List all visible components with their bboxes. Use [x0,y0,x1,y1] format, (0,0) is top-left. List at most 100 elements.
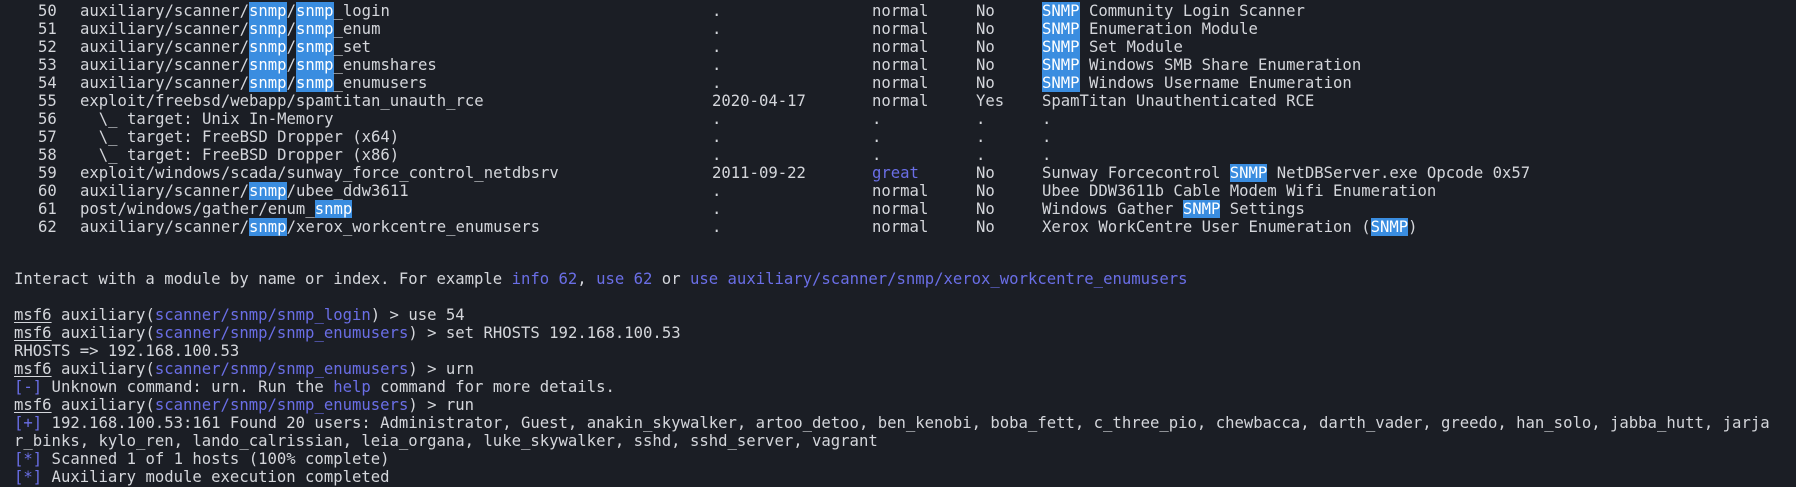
status-tag: [*] [14,468,43,486]
search-match-highlight: snmp [249,182,287,200]
module-disclosure-date: 2020-04-17 [712,92,806,110]
search-match-highlight: SNMP [1042,2,1080,20]
module-name-part: auxiliary/scanner/ [80,74,249,92]
module-description-part: . [1042,110,1052,128]
module-description-part: ) [1408,218,1418,236]
module-row[interactable]: 57 \_ target: FreeBSD Dropper (x64).... [0,128,1796,146]
module-name: auxiliary/scanner/snmp/snmp_set [80,38,371,56]
module-rank: normal [872,20,929,38]
module-name: auxiliary/scanner/snmp/xerox_workcentre_… [80,218,540,236]
module-check: No [976,200,995,218]
module-name: post/windows/gather/enum_snmp [80,200,353,218]
prompt-arrow: ) > [370,306,409,324]
module-row[interactable]: 50 auxiliary/scanner/snmp/snmp_login. norm… [0,2,1796,20]
module-name-part: \_ target: FreeBSD Dropper (x64) [80,128,400,146]
module-row[interactable]: 59 exploit/windows/scada/sunway_force_con… [0,164,1796,182]
module-disclosure-date: . [712,74,722,92]
module-row[interactable]: 61 post/windows/gather/enum_snmp. normal No… [0,200,1796,218]
prompt-module-prefix: auxiliary( [51,324,155,342]
module-rank: normal [872,38,929,56]
module-row[interactable]: 54 auxiliary/scanner/snmp/snmp_enumusers.… [0,74,1796,92]
module-row[interactable]: 52 auxiliary/scanner/snmp/snmp_set. normal… [0,38,1796,56]
status-message: Scanned 1 of 1 hosts (100% complete) [42,450,390,468]
module-index: 61 [38,200,57,218]
module-name: auxiliary/scanner/snmp/snmp_enumusers [80,74,427,92]
console-line: msf6 auxiliary(scanner/snmp/snmp_login) … [14,306,465,324]
module-name: exploit/freebsd/webapp/spamtitan_unauth_… [80,92,484,110]
module-disclosure-date: . [712,20,722,38]
module-description: SpamTitan Unauthenticated RCE [1042,92,1314,110]
status-message: Auxiliary module execution completed [42,468,390,486]
module-name-part: \_ target: FreeBSD Dropper (x86) [80,146,400,164]
console-line: [*] Auxiliary module execution completed [14,468,390,486]
module-row[interactable]: 58 \_ target: FreeBSD Dropper (x86).... [0,146,1796,164]
module-row[interactable]: 62 auxiliary/scanner/snmp/xerox_workcentr… [0,218,1796,236]
module-name-part: _login [333,2,390,20]
module-description-part: Windows Username Enumeration [1079,74,1352,92]
module-index: 58 [38,146,57,164]
module-description: SNMP Windows SMB Share Enumeration [1042,56,1361,74]
module-description: SNMP Enumeration Module [1042,20,1258,38]
module-row[interactable]: 53 auxiliary/scanner/snmp/snmp_enumshares… [0,56,1796,74]
module-check: . [976,128,986,146]
prompt-msf6: msf6 [14,360,52,378]
module-description-part: Enumeration Module [1079,20,1258,38]
search-match-highlight: snmp [249,20,287,38]
search-match-highlight: snmp [249,2,287,20]
module-description-part: Sunway Forcecontrol [1042,164,1230,182]
module-name-part: auxiliary/scanner/ [80,2,249,20]
module-description: . [1042,110,1051,128]
module-rank: great [872,164,919,182]
output-text: RHOSTS => 192.168.100.53 [14,342,240,360]
module-name-part: /xerox_workcentre_enumusers [286,218,541,236]
module-name-part: _set [333,38,372,56]
console-line: msf6 auxiliary(scanner/snmp/snmp_enumuse… [14,360,474,378]
typed-command: set RHOSTS 192.168.100.53 [445,324,681,342]
module-check: . [976,110,986,128]
module-check: No [976,38,995,56]
module-index: 50 [38,2,57,20]
module-disclosure-date: . [712,2,722,20]
module-description-part: Ubee DDW3611b Cable Modem Wifi Enumerati… [1042,182,1437,200]
module-row[interactable]: 60 auxiliary/scanner/snmp/ubee_ddw3611. no… [0,182,1796,200]
console-line: [*] Scanned 1 of 1 hosts (100% complete) [14,450,390,468]
module-rank: normal [872,2,929,20]
module-check: No [976,2,995,20]
module-description: Windows Gather SNMP Settings [1042,200,1305,218]
module-rank: normal [872,182,929,200]
module-disclosure-date: . [712,200,722,218]
module-row[interactable]: 51 auxiliary/scanner/snmp/snmp_enum. norma… [0,20,1796,38]
module-disclosure-date: . [712,38,722,56]
module-check: No [976,182,995,200]
module-description: . [1042,128,1051,146]
module-rank: normal [872,92,929,110]
module-description: SNMP Community Login Scanner [1042,2,1305,20]
module-name-part: \_ target: Unix In-Memory [80,110,334,128]
module-index: 52 [38,38,57,56]
help-command-link: help [333,378,371,396]
module-description-part: . [1042,128,1052,146]
module-description-part: NetDBServer.exe Opcode 0x57 [1267,164,1531,182]
module-index: 53 [38,56,57,74]
module-name: auxiliary/scanner/snmp/snmp_login [80,2,390,20]
module-index: 62 [38,218,57,236]
module-row[interactable]: 55 exploit/freebsd/webapp/spamtitan_unaut… [0,92,1796,110]
module-name-part: _enum [333,20,381,38]
module-disclosure-date: . [712,128,722,146]
module-name: auxiliary/scanner/snmp/snmp_enumshares [80,56,437,74]
module-name-part: / [286,38,296,56]
error-message: Unknown command: urn. Run the [42,378,334,396]
terminal-window[interactable]: 50 auxiliary/scanner/snmp/snmp_login. norm… [0,0,1796,487]
search-match-highlight: SNMP [1042,38,1080,56]
module-name-part: auxiliary/scanner/ [80,20,249,38]
module-index: 56 [38,110,57,128]
prompt-msf6: msf6 [14,324,52,342]
module-name-part: / [286,20,296,38]
module-rank: normal [872,74,929,92]
module-name: auxiliary/scanner/snmp/snmp_enum [80,20,380,38]
module-check: No [976,164,995,182]
interact-comma: , [577,270,597,288]
module-row[interactable]: 56 \_ target: Unix In-Memory.... [0,110,1796,128]
module-rank: normal [872,200,929,218]
search-match-highlight: snmp [249,74,287,92]
